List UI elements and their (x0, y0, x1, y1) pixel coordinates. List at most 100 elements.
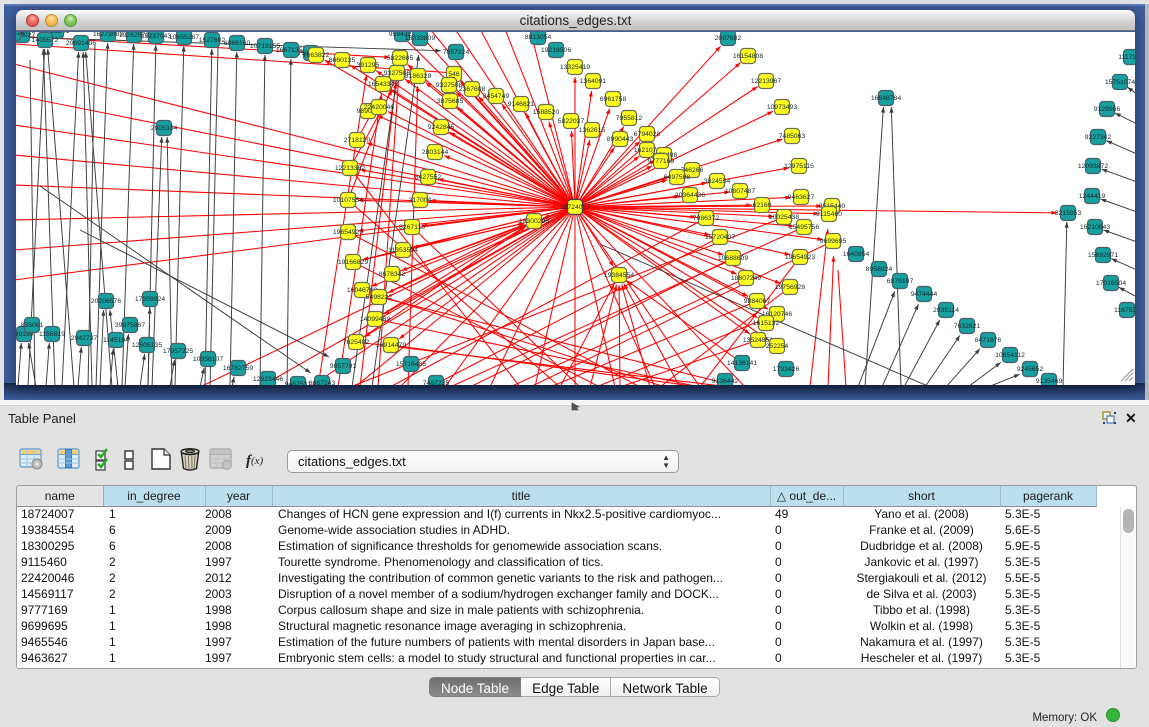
svg-text:9884067: 9884067 (744, 298, 771, 305)
svg-text:8678342: 8678342 (379, 271, 406, 278)
svg-text:8958924: 8958924 (866, 266, 893, 273)
svg-text:2367608: 2367608 (459, 86, 486, 93)
svg-text:8427552: 8427552 (415, 174, 442, 181)
svg-text:12093872: 12093872 (1078, 163, 1108, 170)
svg-text:7955812: 7955812 (616, 115, 643, 122)
svg-text:2905334: 2905334 (151, 125, 178, 132)
svg-text:8267110: 8267110 (399, 224, 425, 231)
svg-text:22420046: 22420046 (364, 104, 394, 111)
svg-text:9474444: 9474444 (911, 291, 938, 298)
svg-text:14136141: 14136141 (727, 360, 757, 367)
svg-text:16648784: 16648784 (871, 95, 901, 102)
svg-text:1145194: 1145194 (103, 337, 129, 344)
svg-text:6497568: 6497568 (664, 174, 691, 181)
svg-text:1527602: 1527602 (199, 37, 226, 44)
svg-text:9129966: 9129966 (1094, 106, 1121, 113)
svg-text:19654923: 19654923 (785, 254, 815, 261)
svg-text:1640954: 1640954 (843, 251, 870, 258)
svg-text:10973493: 10973493 (767, 104, 797, 111)
svg-text:5822037: 5822037 (558, 118, 585, 125)
svg-text:1405572: 1405572 (32, 37, 59, 44)
svg-text:10688609: 10688609 (718, 255, 748, 262)
svg-text:15716485: 15716485 (396, 361, 426, 368)
svg-text:10958107: 10958107 (193, 356, 223, 363)
svg-text:17359924: 17359924 (135, 296, 165, 303)
svg-text:10654112: 10654112 (995, 352, 1025, 359)
svg-text:19384554: 19384554 (604, 272, 634, 279)
svg-text:9136442: 9136442 (712, 378, 739, 385)
svg-text:7485063: 7485063 (779, 133, 806, 140)
svg-text:7625402: 7625402 (343, 339, 370, 346)
svg-text:774414: 774414 (16, 32, 25, 37)
svg-text:8667243: 8667243 (309, 380, 336, 385)
svg-text:15720407: 15720407 (705, 234, 735, 241)
svg-text:12213967: 12213967 (751, 78, 781, 85)
svg-text:252254: 252254 (766, 343, 789, 350)
svg-text:8471676: 8471676 (975, 337, 1002, 344)
svg-text:2803144: 2803144 (422, 149, 449, 156)
svg-text:1167533: 1167533 (1114, 307, 1135, 314)
svg-text:15237043: 15237043 (141, 33, 171, 40)
svg-text:10025438: 10025438 (769, 214, 799, 221)
svg-text:18724007: 18724007 (560, 204, 590, 211)
svg-text:8990443: 8990443 (607, 136, 634, 143)
svg-text:18807249: 18807249 (731, 275, 761, 282)
svg-text:9227342: 9227342 (1085, 134, 1112, 141)
svg-text:19654923: 19654923 (333, 229, 363, 236)
svg-text:20691406: 20691406 (66, 40, 96, 47)
svg-text:12505135: 12505135 (132, 342, 162, 349)
svg-text:6966160: 6966160 (224, 40, 251, 47)
svg-text:11353594: 11353594 (388, 247, 418, 254)
svg-text:1156819: 1156819 (39, 331, 65, 338)
svg-text:(x): (x) (251, 455, 264, 467)
svg-text:19756928: 19756928 (775, 284, 805, 291)
svg-text:19166829: 19166829 (338, 259, 368, 266)
svg-text:16033809: 16033809 (405, 35, 435, 42)
svg-text:6794028: 6794028 (634, 131, 661, 138)
svg-text:9242845: 9242845 (428, 124, 455, 131)
svg-text:9699695: 9699695 (820, 238, 847, 245)
svg-text:3824554: 3824554 (704, 178, 731, 185)
svg-text:15495756: 15495756 (789, 224, 819, 231)
svg-text:6961758: 6961758 (600, 96, 627, 103)
svg-text:2935114: 2935114 (933, 307, 959, 314)
svg-text:2718120: 2718120 (344, 137, 371, 144)
svg-text:8660125: 8660125 (329, 57, 356, 64)
svg-text:2942737: 2942737 (71, 335, 98, 342)
svg-text:12923446: 12923446 (253, 376, 283, 383)
svg-text:18300295: 18300295 (519, 218, 549, 225)
svg-text:8186328: 8186328 (405, 73, 432, 80)
svg-text:7632621: 7632621 (954, 323, 981, 330)
svg-text:1733426: 1733426 (773, 366, 800, 373)
svg-text:8813054: 8813054 (525, 34, 552, 41)
svg-text:1588520: 1588520 (533, 109, 560, 116)
svg-text:62160: 62160 (753, 202, 772, 209)
svg-text:317004: 317004 (409, 197, 432, 204)
svg-text:8454749: 8454749 (483, 93, 510, 100)
svg-text:10107554: 10107554 (333, 197, 363, 204)
svg-text:9463627: 9463627 (788, 194, 815, 201)
svg-text:16914479: 16914479 (376, 342, 406, 349)
svg-text:391295: 391295 (357, 62, 380, 69)
svg-text:1364091: 1364091 (580, 78, 607, 85)
svg-text:7467235: 7467235 (423, 380, 450, 385)
svg-text:1244419: 1244419 (1079, 193, 1106, 200)
svg-text:9135469: 9135469 (1036, 378, 1063, 385)
svg-text:9467531: 9467531 (285, 381, 312, 385)
svg-text:6879197: 6879197 (887, 278, 914, 285)
svg-text:12213382: 12213382 (335, 165, 365, 172)
svg-text:39975867: 39975867 (115, 322, 145, 329)
svg-text:10807487: 10807487 (725, 188, 755, 195)
svg-text:12975115: 12975115 (784, 163, 814, 170)
svg-text:16154808: 16154808 (733, 53, 763, 60)
svg-text:7986372: 7986372 (693, 215, 720, 222)
svg-text:15692971: 15692971 (1088, 252, 1118, 259)
svg-text:5822605: 5822605 (387, 55, 414, 62)
svg-text:7857224: 7857224 (443, 49, 470, 56)
svg-text:1117349: 1117349 (1118, 54, 1135, 61)
svg-text:7663822: 7663822 (303, 52, 330, 59)
svg-text:19218506: 19218506 (541, 47, 571, 54)
svg-text:16210643: 16210643 (1080, 224, 1110, 231)
svg-text:9857791: 9857791 (330, 363, 357, 370)
svg-text:17957225: 17957225 (163, 348, 193, 355)
